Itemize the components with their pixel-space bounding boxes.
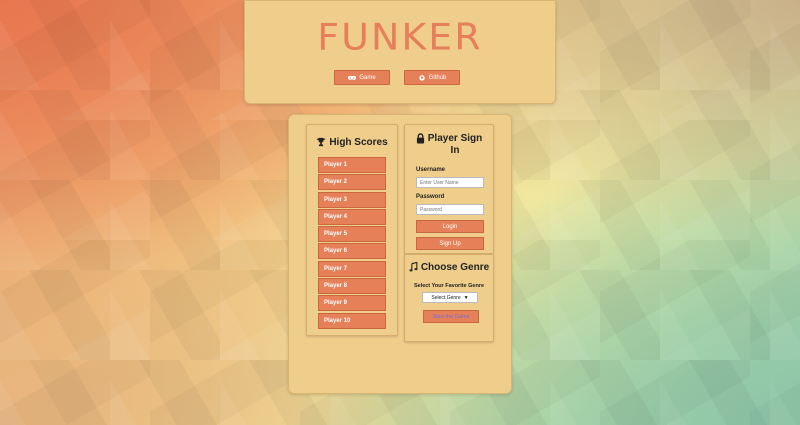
genre-panel: Choose Genre Select Your Favorite Genre …	[404, 254, 494, 342]
player-item[interactable]: Player 4	[318, 208, 386, 225]
genre-subtitle: Select Your Favorite Genre	[413, 283, 485, 289]
header-panel: FUNKER	[244, 0, 556, 104]
player-item[interactable]: Player 3	[318, 191, 386, 208]
player-list: Player 1 Player 2 Player 3 Player 4 Player 5…	[318, 157, 386, 330]
sign-in-panel: Player Sign In Username Enter User Name …	[404, 124, 494, 254]
gamepad-icon	[348, 75, 357, 80]
genre-select[interactable]: Select Genre ▼	[422, 292, 478, 303]
player-item[interactable]: Player 8	[318, 278, 386, 295]
start-game-button[interactable]: Start the Game	[423, 310, 479, 323]
player-item[interactable]: Player 7	[318, 260, 386, 277]
high-scores-title-text: High Scores	[329, 137, 388, 148]
genre-title: Choose Genre	[405, 262, 493, 273]
high-scores-panel: High Scores Player 1 Player 2 Player 3 Play…	[306, 124, 398, 336]
player-item[interactable]: Player 1	[318, 157, 386, 173]
username-label: Username	[416, 167, 446, 173]
password-input[interactable]: Password	[416, 204, 484, 215]
genre-select-value: Select Genre	[431, 294, 461, 301]
game-button-label: Game	[359, 74, 376, 81]
github-button-label: Github	[428, 74, 447, 81]
genre-title-text: Choose Genre	[420, 262, 490, 273]
music-note-icon	[409, 262, 418, 272]
player-item[interactable]: Player 6	[318, 243, 386, 260]
lock-icon	[416, 133, 424, 144]
trophy-icon	[317, 137, 326, 147]
sign-in-title-line2: In	[450, 145, 460, 156]
github-button[interactable]: Github	[404, 70, 460, 85]
username-input[interactable]: Enter User Name	[416, 177, 484, 188]
player-item[interactable]: Player 9	[318, 295, 386, 312]
player-item[interactable]: Player 5	[318, 226, 386, 243]
caret-down-icon: ▼	[463, 294, 469, 301]
app-logo: FUNKER	[317, 16, 483, 58]
player-item[interactable]: Player 2	[318, 174, 386, 191]
high-scores-title: High Scores	[307, 137, 397, 148]
sign-in-title: Player Sign In	[405, 133, 493, 157]
sign-in-title-line1: Player Sign	[427, 133, 483, 144]
github-icon	[418, 74, 425, 81]
signup-button[interactable]: Sign Up	[416, 237, 484, 250]
player-item[interactable]: Player 10	[318, 312, 386, 329]
game-button[interactable]: Game	[334, 70, 390, 85]
login-button[interactable]: Login	[416, 220, 484, 233]
password-label: Password	[416, 194, 445, 200]
